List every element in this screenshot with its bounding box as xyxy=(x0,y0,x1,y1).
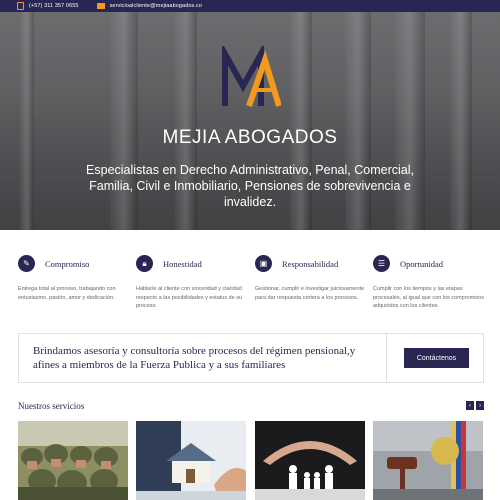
service-image-house[interactable] xyxy=(136,421,246,500)
brand-name: MEJIA ABOGADOS xyxy=(162,127,338,148)
hero-banner: MEJIA ABOGADOS Especialistas en Derecho … xyxy=(0,12,500,230)
value-text: Entrega total al proceso, trabajando con… xyxy=(18,286,116,301)
email-link[interactable]: servicioalcliente@mejiaabogados.co xyxy=(110,3,202,9)
value-title: Oportunidad xyxy=(400,259,443,269)
value-title: Honestidad xyxy=(163,259,202,269)
top-contact-bar: (+57) 311 357 0655 servicioalcliente@mej… xyxy=(0,0,500,12)
pen-icon: ✎ xyxy=(18,255,35,272)
briefcase-icon: ▣ xyxy=(255,255,272,272)
value-title: Compromiso xyxy=(45,259,90,269)
chevron-left-icon[interactable]: ‹ xyxy=(466,401,474,410)
value-title: Responsabilidad xyxy=(282,259,339,269)
lock-icon: 🔒︎ xyxy=(136,255,153,272)
service-image-gavel[interactable] xyxy=(373,421,483,500)
chevron-right-icon[interactable]: › xyxy=(476,401,484,410)
cta-divider xyxy=(386,334,387,382)
cta-text: Brindamos asesoría y consultoría sobre p… xyxy=(33,345,356,371)
hero-tagline: Especialistas en Derecho Administrativo,… xyxy=(86,163,414,209)
services-carousel-arrows: ‹ › xyxy=(466,401,484,410)
phone-number[interactable]: (+57) 311 357 0655 xyxy=(29,3,79,9)
value-text: Hablarle al cliente con sinceridad y cla… xyxy=(136,286,243,309)
mejia-logo[interactable] xyxy=(221,46,281,110)
contact-button[interactable]: Contáctenos xyxy=(404,348,469,368)
value-text: Cumplir con los tiempos y las etapas pro… xyxy=(373,286,484,309)
phone-icon xyxy=(17,2,24,10)
cta-box: Brindamos asesoría y consultoría sobre p… xyxy=(18,333,484,383)
services-heading: Nuestros servicios xyxy=(18,401,85,411)
service-image-military[interactable] xyxy=(18,421,128,500)
document-icon: ☰ xyxy=(373,255,390,272)
service-image-family[interactable] xyxy=(255,421,365,500)
value-text: Gestionar, cumplir e investigar juiciosa… xyxy=(255,286,365,301)
envelope-icon xyxy=(96,3,105,9)
